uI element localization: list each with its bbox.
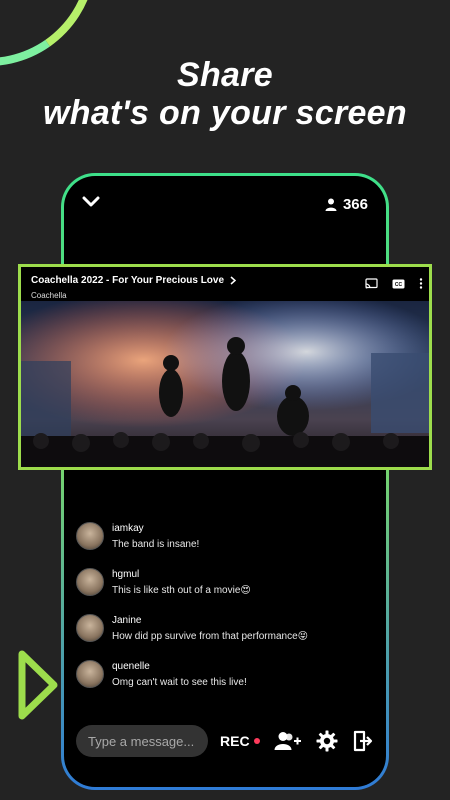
- svg-text:CC: CC: [395, 282, 403, 288]
- viewer-count-value: 366: [342, 195, 368, 213]
- settings-button[interactable]: [316, 730, 338, 752]
- minimize-button[interactable]: [82, 195, 100, 213]
- chat-message: Janine How did pp survive from that perf…: [76, 614, 376, 642]
- chat-list: iamkay The band is insane! hgmul This is…: [76, 522, 376, 706]
- user-icon: [325, 198, 337, 211]
- avatar[interactable]: [76, 568, 104, 596]
- headline-line-2: what's on your screen: [43, 94, 407, 132]
- message-input[interactable]: [76, 725, 208, 757]
- chevron-right-icon: [230, 276, 237, 285]
- video-channel: Coachella: [31, 291, 67, 300]
- cast-icon: [365, 278, 378, 289]
- chat-text: This is like sth out of a movie😍: [112, 585, 251, 596]
- gear-icon: [316, 730, 338, 752]
- concert-stage-image: [21, 301, 429, 467]
- chat-username[interactable]: hgmul: [112, 568, 251, 581]
- chat-text: How did pp survive from that performance…: [112, 631, 309, 642]
- video-title-text: Coachella 2022 - For Your Precious Love: [31, 275, 225, 286]
- video-frame: [21, 301, 429, 467]
- invite-button[interactable]: [274, 731, 302, 751]
- viewer-count[interactable]: 366: [325, 196, 368, 213]
- avatar[interactable]: [76, 660, 104, 688]
- chat-text: The band is insane!: [112, 539, 200, 550]
- video-title[interactable]: Coachella 2022 - For Your Precious Love: [31, 275, 419, 286]
- play-triangle-icon: [18, 650, 58, 720]
- chat-username[interactable]: quenelle: [112, 660, 247, 673]
- more-vertical-icon: [419, 278, 423, 289]
- avatar[interactable]: [76, 522, 104, 550]
- captions-button[interactable]: CC: [392, 276, 405, 294]
- leave-room-button[interactable]: [352, 730, 374, 752]
- chat-message: quenelle Omg can't wait to see this live…: [76, 660, 376, 688]
- headline-line-1: Share: [177, 56, 273, 94]
- avatar[interactable]: [76, 614, 104, 642]
- cast-button[interactable]: [365, 276, 378, 294]
- chat-message: iamkay The band is insane!: [76, 522, 376, 550]
- chat-message: hgmul This is like sth out of a movie😍: [76, 568, 376, 596]
- more-options-button[interactable]: [419, 276, 423, 294]
- captions-icon: CC: [392, 279, 405, 289]
- chevron-down-icon: [82, 196, 100, 207]
- record-dot-icon: [253, 738, 260, 744]
- record-button[interactable]: REC: [220, 733, 260, 749]
- headline: Share what's on your screen: [0, 56, 450, 132]
- chat-username[interactable]: iamkay: [112, 522, 199, 535]
- shared-video-player[interactable]: Coachella 2022 - For Your Precious Love …: [18, 264, 432, 470]
- record-label: REC: [220, 733, 250, 749]
- add-user-icon: [274, 732, 301, 750]
- room-bottom-bar: REC: [76, 724, 376, 758]
- exit-icon: [353, 730, 372, 752]
- chat-text: Omg can't wait to see this live!: [112, 677, 247, 688]
- video-header: Coachella 2022 - For Your Precious Love …: [31, 275, 419, 301]
- chat-username[interactable]: Janine: [112, 614, 308, 627]
- room-top-bar: 366: [82, 190, 368, 218]
- video-controls: CC: [365, 276, 423, 294]
